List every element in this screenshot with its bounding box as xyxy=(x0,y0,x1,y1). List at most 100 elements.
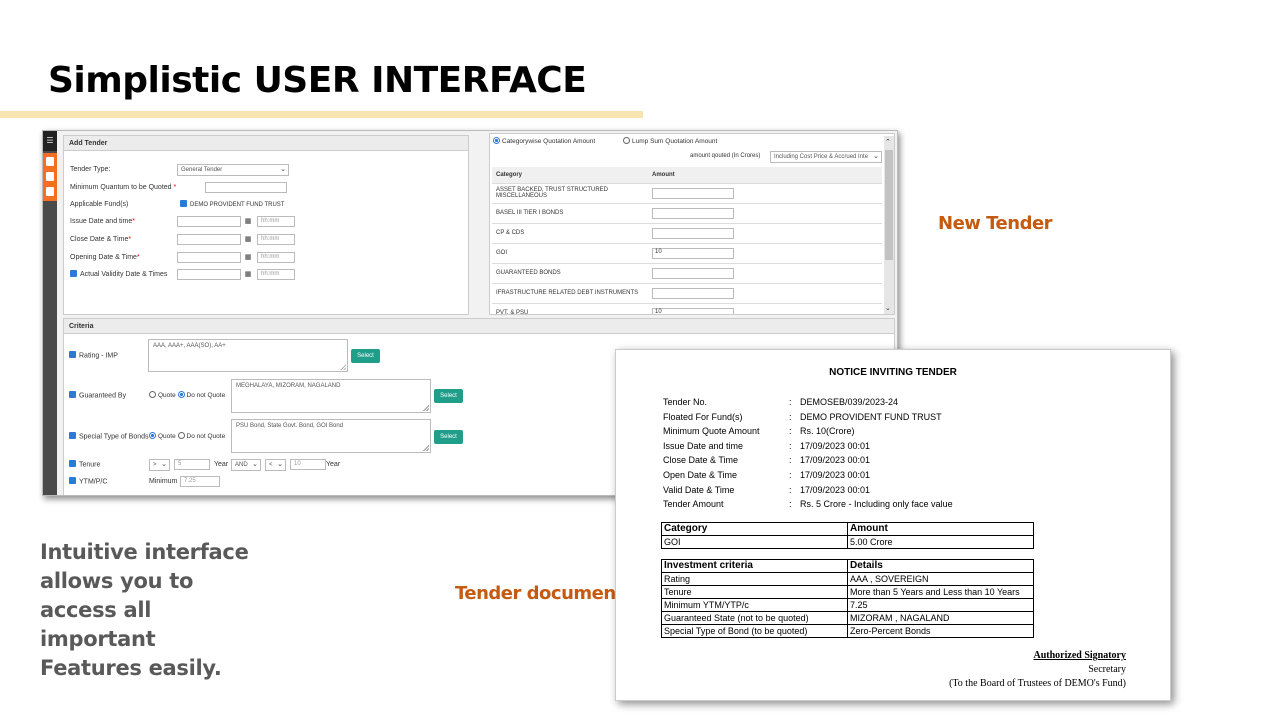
table-row: Special Type of Bond (to be quoted) Zero-… xyxy=(661,624,1034,638)
close-date-input[interactable] xyxy=(177,234,241,245)
title-underline xyxy=(0,111,643,118)
min-quantum-input[interactable] xyxy=(205,182,287,193)
ytm-minimum-input[interactable]: 7.25 xyxy=(180,476,220,487)
radio-quote[interactable]: Quote xyxy=(149,391,176,399)
guaranteed-select-button[interactable]: Select xyxy=(434,389,463,403)
opening-date-input[interactable] xyxy=(177,252,241,263)
min-quantum-row: Minimum Quantum to be Quoted * xyxy=(70,182,470,194)
doc-field-row: Close Date & Time:17/09/2023 00:01 xyxy=(663,455,871,465)
calendar-icon[interactable]: ▦ xyxy=(243,216,253,227)
quotation-panel: Categorywise Quotation Amount Lump Sum Q… xyxy=(489,133,895,315)
checkbox-checked-icon[interactable] xyxy=(70,269,77,277)
validity-time-input[interactable]: hh:mm xyxy=(257,269,295,280)
amount-quoted-select[interactable]: Including Cost Price & Accrued Inte ⌄ xyxy=(770,151,882,163)
validity-date-row: Actual Validity Date & Times ▦ hh:mm xyxy=(70,269,470,281)
rating-select-button[interactable]: Select xyxy=(351,349,380,363)
fund-option[interactable]: DEMO PROVIDENT FUND TRUST xyxy=(180,199,284,211)
doc-category-table: Category Amount GOI 5.00 Crore xyxy=(661,522,1034,549)
tender-type-label: Tender Type: xyxy=(70,166,111,173)
calendar-icon[interactable]: ▦ xyxy=(243,234,253,245)
doc-field-row: Tender No.: DEMOSEB/039/2023-24 xyxy=(663,397,899,407)
checkbox-checked-icon[interactable] xyxy=(69,432,76,439)
issue-date-input[interactable] xyxy=(177,216,241,227)
chevron-down-icon: ⌄ xyxy=(280,166,286,173)
guaranteed-checkbox[interactable]: Guaranteed By xyxy=(69,391,126,399)
quotation-scrollbar[interactable]: ⌃ ⌄ xyxy=(884,136,894,314)
calendar-icon[interactable]: ▦ xyxy=(243,252,253,263)
checkbox-checked-icon[interactable] xyxy=(69,391,76,398)
rating-checkbox[interactable]: Rating - IMP xyxy=(69,351,118,359)
criteria-header: Criteria xyxy=(64,319,894,334)
doc-field-row: Floated For Fund(s): DEMO PROVIDENT FUND … xyxy=(663,412,942,422)
rating-textarea[interactable]: AAA, AAA+, AAA(SO), AA+ xyxy=(148,339,348,372)
opening-date-label: Opening Date & Time* xyxy=(70,254,140,261)
table-row: PVT. & PSU 10 xyxy=(492,303,882,314)
table-row: GOI 5.00 Crore xyxy=(661,535,1034,549)
checkbox-checked-icon[interactable] xyxy=(180,199,187,207)
chevron-up-icon[interactable]: ⌃ xyxy=(885,138,891,146)
chevron-down-icon: ⌄ xyxy=(161,461,167,468)
document-list-icon[interactable] xyxy=(46,187,54,196)
app-sidebar: ☰ xyxy=(43,131,57,495)
issue-time-input[interactable]: hh:mm xyxy=(257,216,295,227)
tenure-op-select-2[interactable]: < ⌄ xyxy=(265,459,286,471)
checkbox-checked-icon[interactable] xyxy=(69,351,76,358)
applicable-funds-row: Applicable Fund(s) DEMO PROVIDENT FUND T… xyxy=(70,199,470,211)
add-tender-header: Add Tender xyxy=(64,136,468,151)
radio-lumpsum[interactable]: Lump Sum Quotation Amount xyxy=(623,137,717,145)
amount-input[interactable] xyxy=(652,187,734,199)
validity-date-input[interactable] xyxy=(177,269,241,280)
amount-input[interactable] xyxy=(652,267,734,279)
doc-field-row: Open Date & Time:17/09/2023 00:01 xyxy=(663,470,871,480)
checkbox-checked-icon[interactable] xyxy=(69,460,76,467)
validity-checkbox[interactable]: Actual Validity Date & Times xyxy=(70,269,167,281)
document-edit-icon[interactable] xyxy=(46,172,54,181)
column-header-category: Category xyxy=(492,167,648,184)
opening-time-input[interactable]: hh:mm xyxy=(257,252,295,263)
tenure-op-select-1[interactable]: > ⌄ xyxy=(149,459,170,471)
table-header-row: Category Amount xyxy=(661,522,1034,536)
amount-input[interactable]: 10 xyxy=(652,247,734,259)
tenure-checkbox[interactable]: Tenure xyxy=(69,460,100,468)
radio-categorywise[interactable]: Categorywise Quotation Amount xyxy=(493,137,595,145)
tender-type-select[interactable]: General Tender ⌄ xyxy=(177,164,289,176)
tender-type-row: Tender Type: General Tender ⌄ xyxy=(70,164,470,176)
amount-input[interactable] xyxy=(652,227,734,239)
amount-input[interactable] xyxy=(652,287,734,299)
chevron-down-icon[interactable]: ⌄ xyxy=(885,304,891,312)
radio-do-not-quote[interactable]: Do not Quote xyxy=(177,432,225,440)
amount-input[interactable]: 10 xyxy=(652,307,734,314)
checkbox-checked-icon[interactable] xyxy=(69,477,76,484)
slide-title: Simplistic USER INTERFACE xyxy=(48,60,587,101)
min-quantum-label: Minimum Quantum to be Quoted * xyxy=(70,184,177,191)
radio-do-not-quote[interactable]: Do not Quote xyxy=(177,391,225,399)
special-select-button[interactable]: Select xyxy=(434,430,463,444)
table-header-row: Investment criteria Details xyxy=(661,559,1034,573)
tenure-and-select[interactable]: AND ⌄ xyxy=(231,459,261,471)
document-icon[interactable] xyxy=(46,157,54,166)
doc-field-row: Valid Date & Time:17/09/2023 00:01 xyxy=(663,485,871,495)
scrollbar-thumb[interactable] xyxy=(885,150,893,260)
amount-input[interactable] xyxy=(652,207,734,219)
guaranteed-textarea[interactable]: MEGHALAYA, MIZORAM, NAGALAND xyxy=(231,379,431,413)
close-time-input[interactable]: hh:mm xyxy=(257,234,295,245)
special-bonds-checkbox[interactable]: Special Type of Bonds xyxy=(69,432,149,440)
special-quote-radios: Quote Do not Quote xyxy=(149,432,225,440)
tenure-min-input[interactable]: 5 xyxy=(174,459,210,470)
table-row: IFRASTRUCTURE RELATED DEBT INSTRUMENTS xyxy=(492,283,882,304)
opening-date-row: Opening Date & Time* ▦ hh:mm xyxy=(70,252,470,264)
close-date-row: Close Date & Time* ▦ hh:mm xyxy=(70,234,470,246)
ytm-checkbox[interactable]: YTM/P/C xyxy=(69,477,107,485)
amount-quoted-label: amount qouted (In Crores) xyxy=(690,153,761,159)
special-bonds-textarea[interactable]: PSU Bond, State Govt. Bond, GOI Bond xyxy=(231,419,431,453)
sidebar-active-group xyxy=(43,153,57,201)
table-row: Tenure More than 5 Years and Less than 10… xyxy=(661,585,1034,599)
radio-quote[interactable]: Quote xyxy=(149,432,176,440)
chevron-down-icon: ⌄ xyxy=(277,461,283,468)
tenure-max-input[interactable]: 10 xyxy=(290,459,326,470)
calendar-icon[interactable]: ▦ xyxy=(243,269,253,280)
menu-icon[interactable]: ☰ xyxy=(43,131,57,151)
secretary-label: Secretary xyxy=(1088,664,1126,675)
quotation-type-radios: Categorywise Quotation Amount Lump Sum Q… xyxy=(493,137,717,145)
close-date-label: Close Date & Time* xyxy=(70,236,132,243)
